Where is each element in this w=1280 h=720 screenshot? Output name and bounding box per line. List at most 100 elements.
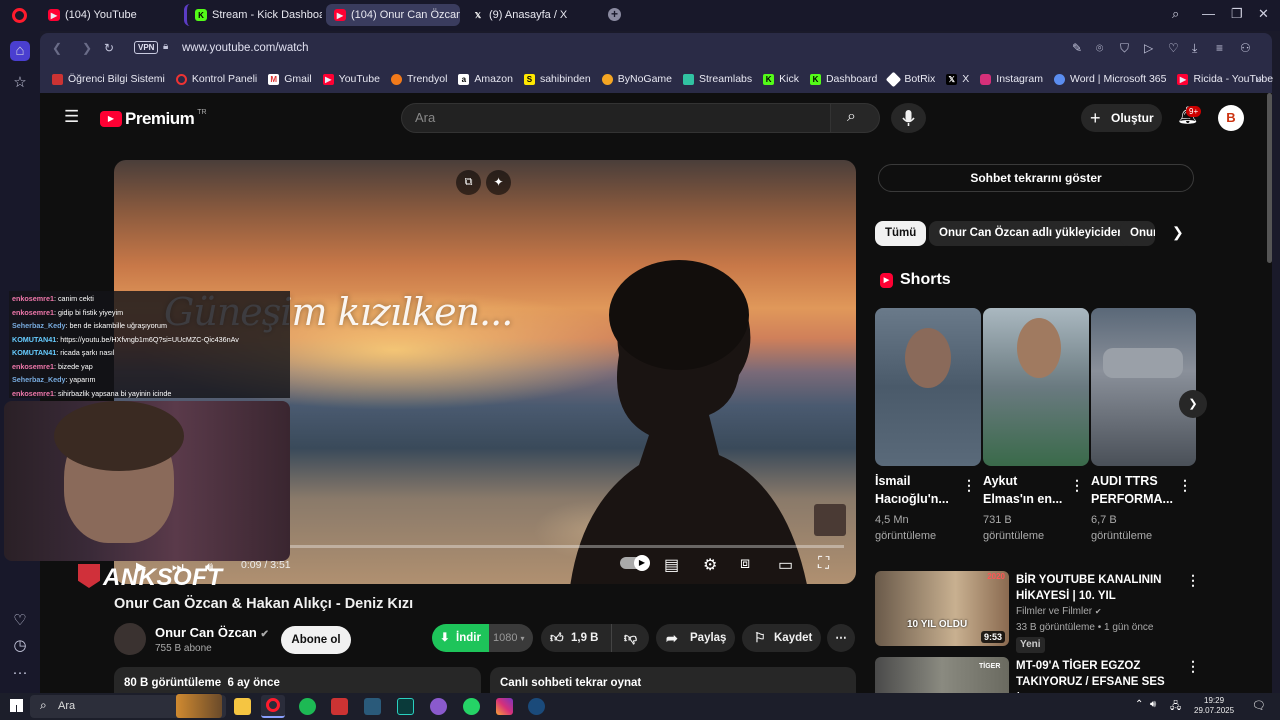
sparkle-ai-icon[interactable]: ✦ — [486, 170, 511, 195]
fullscreen-icon[interactable]: ⛶ — [818, 555, 829, 573]
channel-watermark[interactable] — [814, 504, 846, 536]
bookmark-item[interactable]: K Dashboard — [809, 73, 877, 85]
bookmark-item[interactable]: M Gmail — [268, 73, 312, 85]
pinboard-icon[interactable]: ☆ — [10, 73, 30, 93]
miniplayer-icon[interactable]: ⧈ — [740, 555, 750, 573]
instagram-icon[interactable] — [496, 698, 513, 715]
bookmark-item[interactable]: ▶ YouTube — [322, 73, 380, 85]
forward-icon[interactable]: ❯ — [82, 41, 92, 55]
discord-icon[interactable] — [430, 698, 447, 715]
search-input[interactable]: Ara — [401, 103, 831, 133]
network-icon[interactable]: 🖧 — [1170, 699, 1181, 716]
tray-chevron-icon[interactable]: ⌃ — [1135, 699, 1143, 710]
more-icon[interactable]: ··· — [10, 663, 30, 683]
spotify-icon[interactable] — [299, 698, 316, 715]
minimize-button[interactable]: — — [1202, 6, 1215, 21]
chevron-right-icon[interactable]: ❯ — [1172, 224, 1184, 241]
steam-icon[interactable] — [528, 698, 545, 715]
bookmark-item[interactable]: Word | Microsoft 365 — [1053, 73, 1166, 85]
bookmark-item[interactable]: K Kick — [763, 73, 799, 85]
like-button[interactable]: 👍︎ 1,9 B — [541, 624, 611, 652]
whatsapp-icon[interactable] — [463, 698, 480, 715]
settings-gear-icon[interactable]: ⚙ — [703, 555, 717, 575]
subscribe-button[interactable]: Abone ol — [281, 626, 351, 654]
chip-all[interactable]: Tümü — [875, 221, 927, 246]
taskbar-clock[interactable]: 19:29 29.07.2025 — [1194, 696, 1234, 716]
reload-icon[interactable]: ↻ — [104, 41, 114, 55]
page-scrollbar[interactable] — [1267, 93, 1272, 263]
history-icon[interactable]: ◷ — [10, 636, 30, 656]
theater-mode-icon[interactable]: ▭ — [778, 555, 793, 575]
voice-search-button[interactable] — [891, 103, 926, 133]
short-thumbnail[interactable] — [875, 308, 981, 466]
download-button[interactable]: ⬇ İndir — [432, 624, 489, 652]
description-box[interactable]: 80 B görüntüleme 6 ay önce — [114, 667, 481, 693]
back-icon[interactable]: ❮ — [52, 41, 62, 55]
new-tab-button[interactable]: + — [608, 8, 621, 21]
create-button[interactable]: + Oluştur — [1081, 104, 1162, 132]
maximize-button[interactable]: ❐ — [1231, 6, 1243, 22]
bookmark-item[interactable]: BotRix — [886, 71, 935, 87]
file-explorer-icon[interactable] — [234, 698, 251, 715]
tiger-widget-icon[interactable] — [176, 694, 222, 718]
shorts-next-button[interactable]: ❯ — [1179, 390, 1207, 418]
youtube-logo[interactable]: ▶ Premium TR — [100, 109, 207, 129]
search-button[interactable]: ⌕ — [830, 103, 880, 133]
windows-start-icon[interactable] — [10, 699, 23, 712]
bookmark-item[interactable]: 𝕏X — [946, 73, 969, 85]
bookmark-item[interactable]: Trendyol — [390, 73, 447, 85]
home-icon[interactable]: ⌂ — [10, 41, 30, 61]
bookmark-item[interactable]: Streamlabs — [683, 73, 752, 85]
opera-logo-icon[interactable] — [12, 8, 27, 23]
bookmark-item[interactable]: Ssahibinden — [523, 73, 591, 85]
chip-related[interactable]: Onur — [1120, 221, 1155, 246]
vpn-badge[interactable]: VPN — [134, 41, 159, 54]
bookmark-item[interactable]: Kontrol Paneli — [175, 73, 257, 85]
more-vert-icon[interactable]: ⋮ — [1178, 477, 1192, 494]
volume-icon[interactable]: 🔊︎ — [1150, 699, 1156, 710]
more-vert-icon[interactable]: ⋮ — [1070, 477, 1084, 494]
menu-icon[interactable]: ≡ — [1216, 41, 1223, 55]
more-bookmarks-icon[interactable]: » — [1255, 72, 1262, 86]
short-title[interactable]: AUDI TTRS PERFORMA... — [1091, 472, 1173, 508]
recommendation-channel[interactable]: Filmler ve Filmler ✔ — [1016, 604, 1102, 620]
opera-taskbar-icon[interactable] — [261, 695, 285, 718]
chip-from-uploader[interactable]: Onur Can Özcan adlı yükleyiciden — [929, 221, 1135, 246]
tab-x-home[interactable]: 𝕏 (9) Anasayfa / X — [464, 4, 600, 26]
search-tabs-icon[interactable]: ⌕ — [1172, 6, 1179, 22]
bookmark-item[interactable]: Instagram — [980, 73, 1043, 85]
tab-active-video[interactable]: ▶ (104) Onur Can Özcan & H — [326, 4, 460, 26]
show-chat-replay-button[interactable]: Sohbet tekrarını göster — [878, 164, 1194, 192]
url-field[interactable]: www.youtube.com/watch — [182, 42, 309, 54]
recommendation-thumbnail[interactable]: TİGER — [875, 657, 1009, 693]
tab-youtube[interactable]: ▶ (104) YouTube — [40, 4, 176, 26]
heart-icon[interactable]: ♡ — [10, 611, 30, 631]
live-chat-replay-box[interactable]: Canlı sohbeti tekrar oynat — [490, 667, 856, 693]
short-title[interactable]: İsmail Hacıoğlu'n... — [875, 472, 955, 508]
play-icon[interactable]: ▷ — [1144, 41, 1153, 55]
heart-icon[interactable]: ♡ — [1168, 41, 1179, 55]
tab-kick-dashboard[interactable]: K Stream - Kick Dashboard — [184, 4, 322, 26]
autoplay-toggle[interactable]: ▶ — [620, 555, 650, 571]
more-vert-icon[interactable]: ⋮ — [1186, 572, 1200, 589]
shield-icon[interactable]: ⛉ — [1120, 41, 1129, 56]
app-icon[interactable] — [364, 698, 381, 715]
more-vert-icon[interactable]: ⋮ — [962, 477, 976, 494]
edit-icon[interactable]: ✎ — [1072, 41, 1082, 55]
short-thumbnail[interactable] — [983, 308, 1089, 466]
app-icon[interactable] — [331, 698, 348, 715]
download-icon[interactable]: ⤓ — [1192, 41, 1197, 56]
short-title[interactable]: Aykut Elmas'ın en... — [983, 472, 1063, 508]
hamburger-menu-icon[interactable]: ☰ — [64, 107, 79, 127]
channel-avatar[interactable] — [114, 623, 146, 655]
bookmark-item[interactable]: ByNoGame — [601, 73, 672, 85]
account-avatar[interactable]: B — [1218, 105, 1244, 131]
short-thumbnail[interactable] — [1091, 308, 1196, 466]
more-actions-button[interactable]: ⋯ — [827, 624, 855, 652]
bookmark-item[interactable]: Öğrenci Bilgi Sistemi — [52, 73, 165, 85]
dislike-button[interactable]: 👎︎ — [611, 624, 649, 652]
channel-name[interactable]: Onur Can Özcan ✔ — [155, 625, 269, 640]
miniplayer-overlay-icon[interactable]: ⧉ — [456, 170, 481, 195]
bookmark-item[interactable]: a Amazon — [458, 73, 513, 85]
recommendation-title[interactable]: BİR YOUTUBE KANALININ HİKAYESİ | 10. YIL — [1016, 572, 1166, 604]
